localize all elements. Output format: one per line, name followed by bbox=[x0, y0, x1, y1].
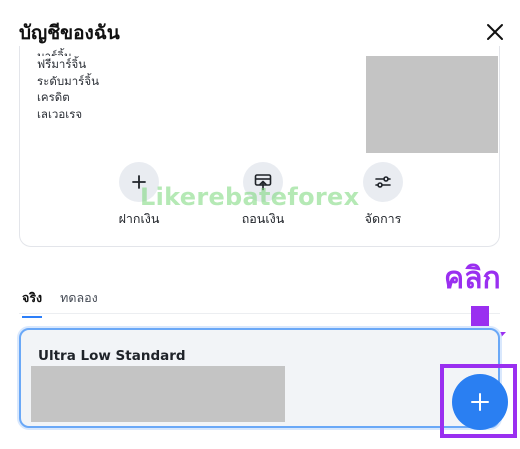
watermark-text: Likerebateforex bbox=[140, 183, 360, 211]
account-summary-card: มาร์จิ้น ฟรีมาร์จิ้น ระดับมาร์จิ้น เครดิ… bbox=[19, 46, 500, 247]
margin-level-label: ระดับมาร์จิ้น bbox=[37, 73, 99, 88]
manage-label: จัดการ bbox=[364, 211, 402, 226]
redacted-values bbox=[366, 56, 498, 153]
free-margin-label: ฟรีมาร์จิ้น bbox=[37, 57, 87, 71]
account-card[interactable]: Ultra Low Standard bbox=[19, 328, 500, 428]
close-icon bbox=[487, 24, 503, 40]
plus-icon bbox=[471, 393, 489, 411]
add-account-button[interactable] bbox=[452, 374, 508, 430]
account-info-labels: มาร์จิ้น ฟรีมาร์จิ้น ระดับมาร์จิ้น เครดิ… bbox=[37, 49, 99, 122]
close-button[interactable] bbox=[483, 20, 507, 44]
account-name: Ultra Low Standard bbox=[38, 348, 186, 364]
sliders-icon bbox=[375, 176, 391, 188]
credit-label: เครดิต bbox=[37, 90, 70, 104]
withdraw-label: ถอนเงิน bbox=[241, 211, 285, 226]
click-annotation: คลิก bbox=[444, 261, 501, 296]
margin-label: มาร์จิ้น bbox=[37, 49, 72, 56]
tab-divider bbox=[19, 313, 500, 314]
page-title: บัญชีของฉัน bbox=[19, 22, 120, 44]
leverage-label: เลเวอเรจ bbox=[37, 106, 83, 121]
deposit-label: ฝากเงิน bbox=[118, 211, 160, 226]
redacted-account-details bbox=[31, 366, 285, 422]
